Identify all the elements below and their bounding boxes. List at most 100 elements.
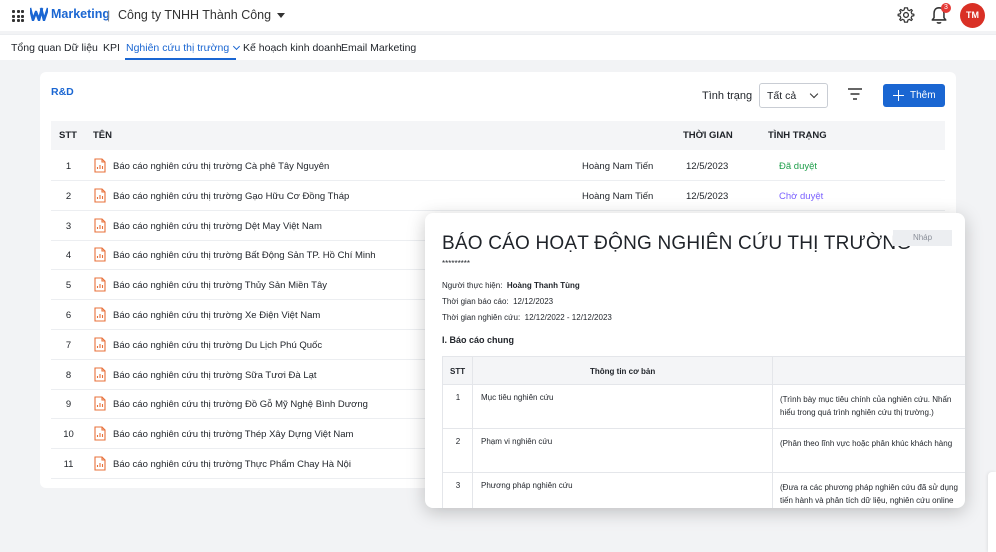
notification-badge: 3 [941, 3, 951, 13]
tab-email-marketing[interactable]: Email Marketing [341, 42, 416, 54]
row-name[interactable]: Báo cáo nghiên cứu thị trường Sữa Tươi Đ… [113, 370, 317, 381]
report-file-icon [94, 247, 106, 262]
column-header-time[interactable]: THỜI GIAN [683, 130, 733, 141]
report-row-info: Mục tiêu nghiên cứu [481, 393, 554, 402]
table-header: STT TÊN THỜI GIAN TÌNH TRẠNG [51, 121, 945, 150]
row-name[interactable]: Báo cáo nghiên cứu thị trường Thủy Sản M… [113, 280, 327, 291]
report-table-divider [472, 356, 473, 508]
column-header-name[interactable]: TÊN [93, 130, 112, 141]
report-row-info: Phương pháp nghiên cứu [481, 481, 573, 490]
report-row-desc-line: (Phân theo lĩnh vực hoặc phân khúc khách… [780, 439, 953, 448]
row-name[interactable]: Báo cáo nghiên cứu thị trường Dệt May Vi… [113, 221, 322, 232]
brand[interactable]: Marketing [30, 7, 110, 21]
row-stt: 10 [63, 429, 74, 441]
report-row-desc-line: (Đưa ra các phương pháp nghiên cứu đã sử… [780, 483, 958, 492]
report-row-desc: (Đưa ra các phương pháp nghiên cứu đã sử… [780, 481, 958, 507]
status-filter-select[interactable]: Tất cả [759, 83, 828, 108]
draft-badge: Nháp [893, 230, 952, 246]
row-name[interactable]: Báo cáo nghiên cứu thị trường Bất Động S… [113, 250, 376, 261]
report-row-stt: 3 [455, 481, 461, 490]
report-col-info: Thông tin cơ bản [590, 367, 656, 376]
row-status: Chờ duyệt [779, 190, 824, 202]
tab-business-plan[interactable]: Kế hoạch kinh doanh [243, 42, 342, 54]
report-preview: BÁO CÁO HOẠT ĐỘNG NGHIÊN CỨU THỊ TRƯỜNG … [425, 213, 965, 508]
report-file-icon [94, 188, 106, 203]
brand-logo-icon [30, 7, 48, 21]
row-date: 12/5/2023 [686, 190, 729, 202]
brand-name: Marketing [51, 7, 111, 21]
row-name[interactable]: Báo cáo nghiên cứu thị trường Gạo Hữu Cơ… [113, 191, 349, 202]
table-row[interactable]: 1 Báo cáo nghiên cứu thị trường Cà phê Tâ… [51, 151, 945, 181]
report-file-icon [94, 158, 106, 173]
report-file-icon [94, 277, 106, 292]
report-row-desc-line: (Trình bày mục tiêu chính của nghiên cứu… [780, 395, 952, 404]
row-name[interactable]: Báo cáo nghiên cứu thị trường Đồ Gỗ Mỹ N… [113, 399, 368, 410]
report-file-icon [94, 396, 106, 411]
side-panel-edge [988, 472, 996, 552]
performer-value: Hoàng Thanh Tùng [506, 281, 580, 290]
research-time: Thời gian nghiên cứu: 12/12/2022 - 12/12… [442, 313, 612, 322]
report-table-divider [772, 356, 773, 508]
column-header-stt: STT [59, 130, 77, 141]
report-file-icon [94, 218, 106, 233]
chevron-down-icon [809, 89, 819, 99]
row-stt: 4 [65, 250, 72, 262]
apps-grid-icon[interactable] [12, 10, 24, 22]
chevron-down-icon [233, 42, 241, 51]
report-table-row: 1 Mục tiêu nghiên cứu (Trình bày mục tiê… [442, 385, 965, 429]
module-tabs: Tổng quan Dữ liệu KPI Nghiên cứu thị trư… [0, 34, 996, 60]
report-performer: Người thực hiện: Hoàng Thanh Tùng [442, 281, 580, 290]
user-avatar[interactable]: TM [960, 3, 985, 28]
report-table-header: STT Thông tin cơ bản [442, 356, 965, 385]
report-time-value: 12/12/2023 [513, 297, 554, 306]
table-row[interactable]: 2 Báo cáo nghiên cứu thị trường Gạo Hữu C… [51, 181, 945, 211]
report-row-info: Phạm vi nghiên cứu [481, 437, 553, 446]
row-stt: 1 [65, 161, 72, 172]
row-name[interactable]: Báo cáo nghiên cứu thị trường Thực Phẩm … [113, 459, 351, 470]
report-row-desc: (Phân theo lĩnh vực hoặc phân khúc khách… [780, 437, 952, 450]
report-title: BÁO CÁO HOẠT ĐỘNG NGHIÊN CỨU THỊ TRƯỜNG [442, 233, 912, 254]
tab-overview[interactable]: Tổng quan [11, 42, 61, 54]
report-table-row: 3 Phương pháp nghiên cứu (Đưa ra các phư… [442, 473, 965, 508]
row-name[interactable]: Báo cáo nghiên cứu thị trường Thép Xây D… [113, 429, 353, 440]
add-button[interactable]: Thêm [883, 84, 945, 107]
tab-data[interactable]: Dữ liệu [64, 42, 98, 54]
report-divider-stars: ********* [442, 259, 471, 268]
row-stt: 2 [65, 190, 72, 202]
active-tab-indicator [125, 58, 236, 60]
brand-separator: | [107, 8, 111, 22]
row-stt: 8 [65, 369, 72, 381]
research-time-value: 12/12/2022 - 12/12/2023 [524, 313, 612, 322]
company-name: Công ty TNHH Thành Công [118, 8, 272, 22]
report-col-stt: STT [450, 367, 466, 376]
tab-market-research-label: Nghiên cứu thị trường [126, 42, 230, 54]
report-time: Thời gian báo cáo: 12/12/2023 [442, 297, 553, 306]
report-file-icon [94, 456, 106, 471]
row-person: Hoàng Nam Tiến [582, 161, 654, 172]
company-selector[interactable]: Công ty TNHH Thành Công [118, 8, 286, 22]
report-file-icon [94, 337, 106, 352]
section-title: R&D [51, 86, 74, 98]
row-name[interactable]: Báo cáo nghiên cứu thị trường Du Lịch Ph… [113, 340, 322, 351]
column-header-status[interactable]: TÌNH TRẠNG [768, 130, 827, 141]
report-row-desc: (Trình bày mục tiêu chính của nghiên cứu… [780, 393, 951, 419]
tab-kpi[interactable]: KPI [103, 42, 120, 54]
row-stt: 3 [65, 220, 72, 232]
report-file-icon [94, 426, 106, 441]
research-time-label: Thời gian nghiên cứu: [442, 313, 521, 322]
filter-icon[interactable] [848, 88, 862, 100]
row-stt: 7 [65, 339, 72, 351]
report-row-desc-line: hiểu trong quá trình nghiên cứu thị trườ… [780, 408, 934, 417]
tab-market-research[interactable]: Nghiên cứu thị trường [126, 42, 241, 54]
row-date: 12/5/2023 [686, 161, 729, 172]
gear-icon[interactable] [897, 6, 915, 24]
row-status: Đã duyệt [779, 161, 818, 172]
status-filter-value: Tất cả [767, 90, 797, 102]
row-name[interactable]: Báo cáo nghiên cứu thị trường Cà phê Tây… [113, 161, 329, 172]
row-name[interactable]: Báo cáo nghiên cứu thị trường Xe Điện Vi… [113, 310, 320, 321]
report-file-icon [94, 307, 106, 322]
row-stt: 5 [65, 280, 72, 292]
status-filter-label: Tình trạng [702, 90, 753, 102]
report-time-label: Thời gian báo cáo: [442, 297, 509, 306]
report-table-row: 2 Phạm vi nghiên cứu (Phân theo lĩnh vực… [442, 429, 965, 473]
